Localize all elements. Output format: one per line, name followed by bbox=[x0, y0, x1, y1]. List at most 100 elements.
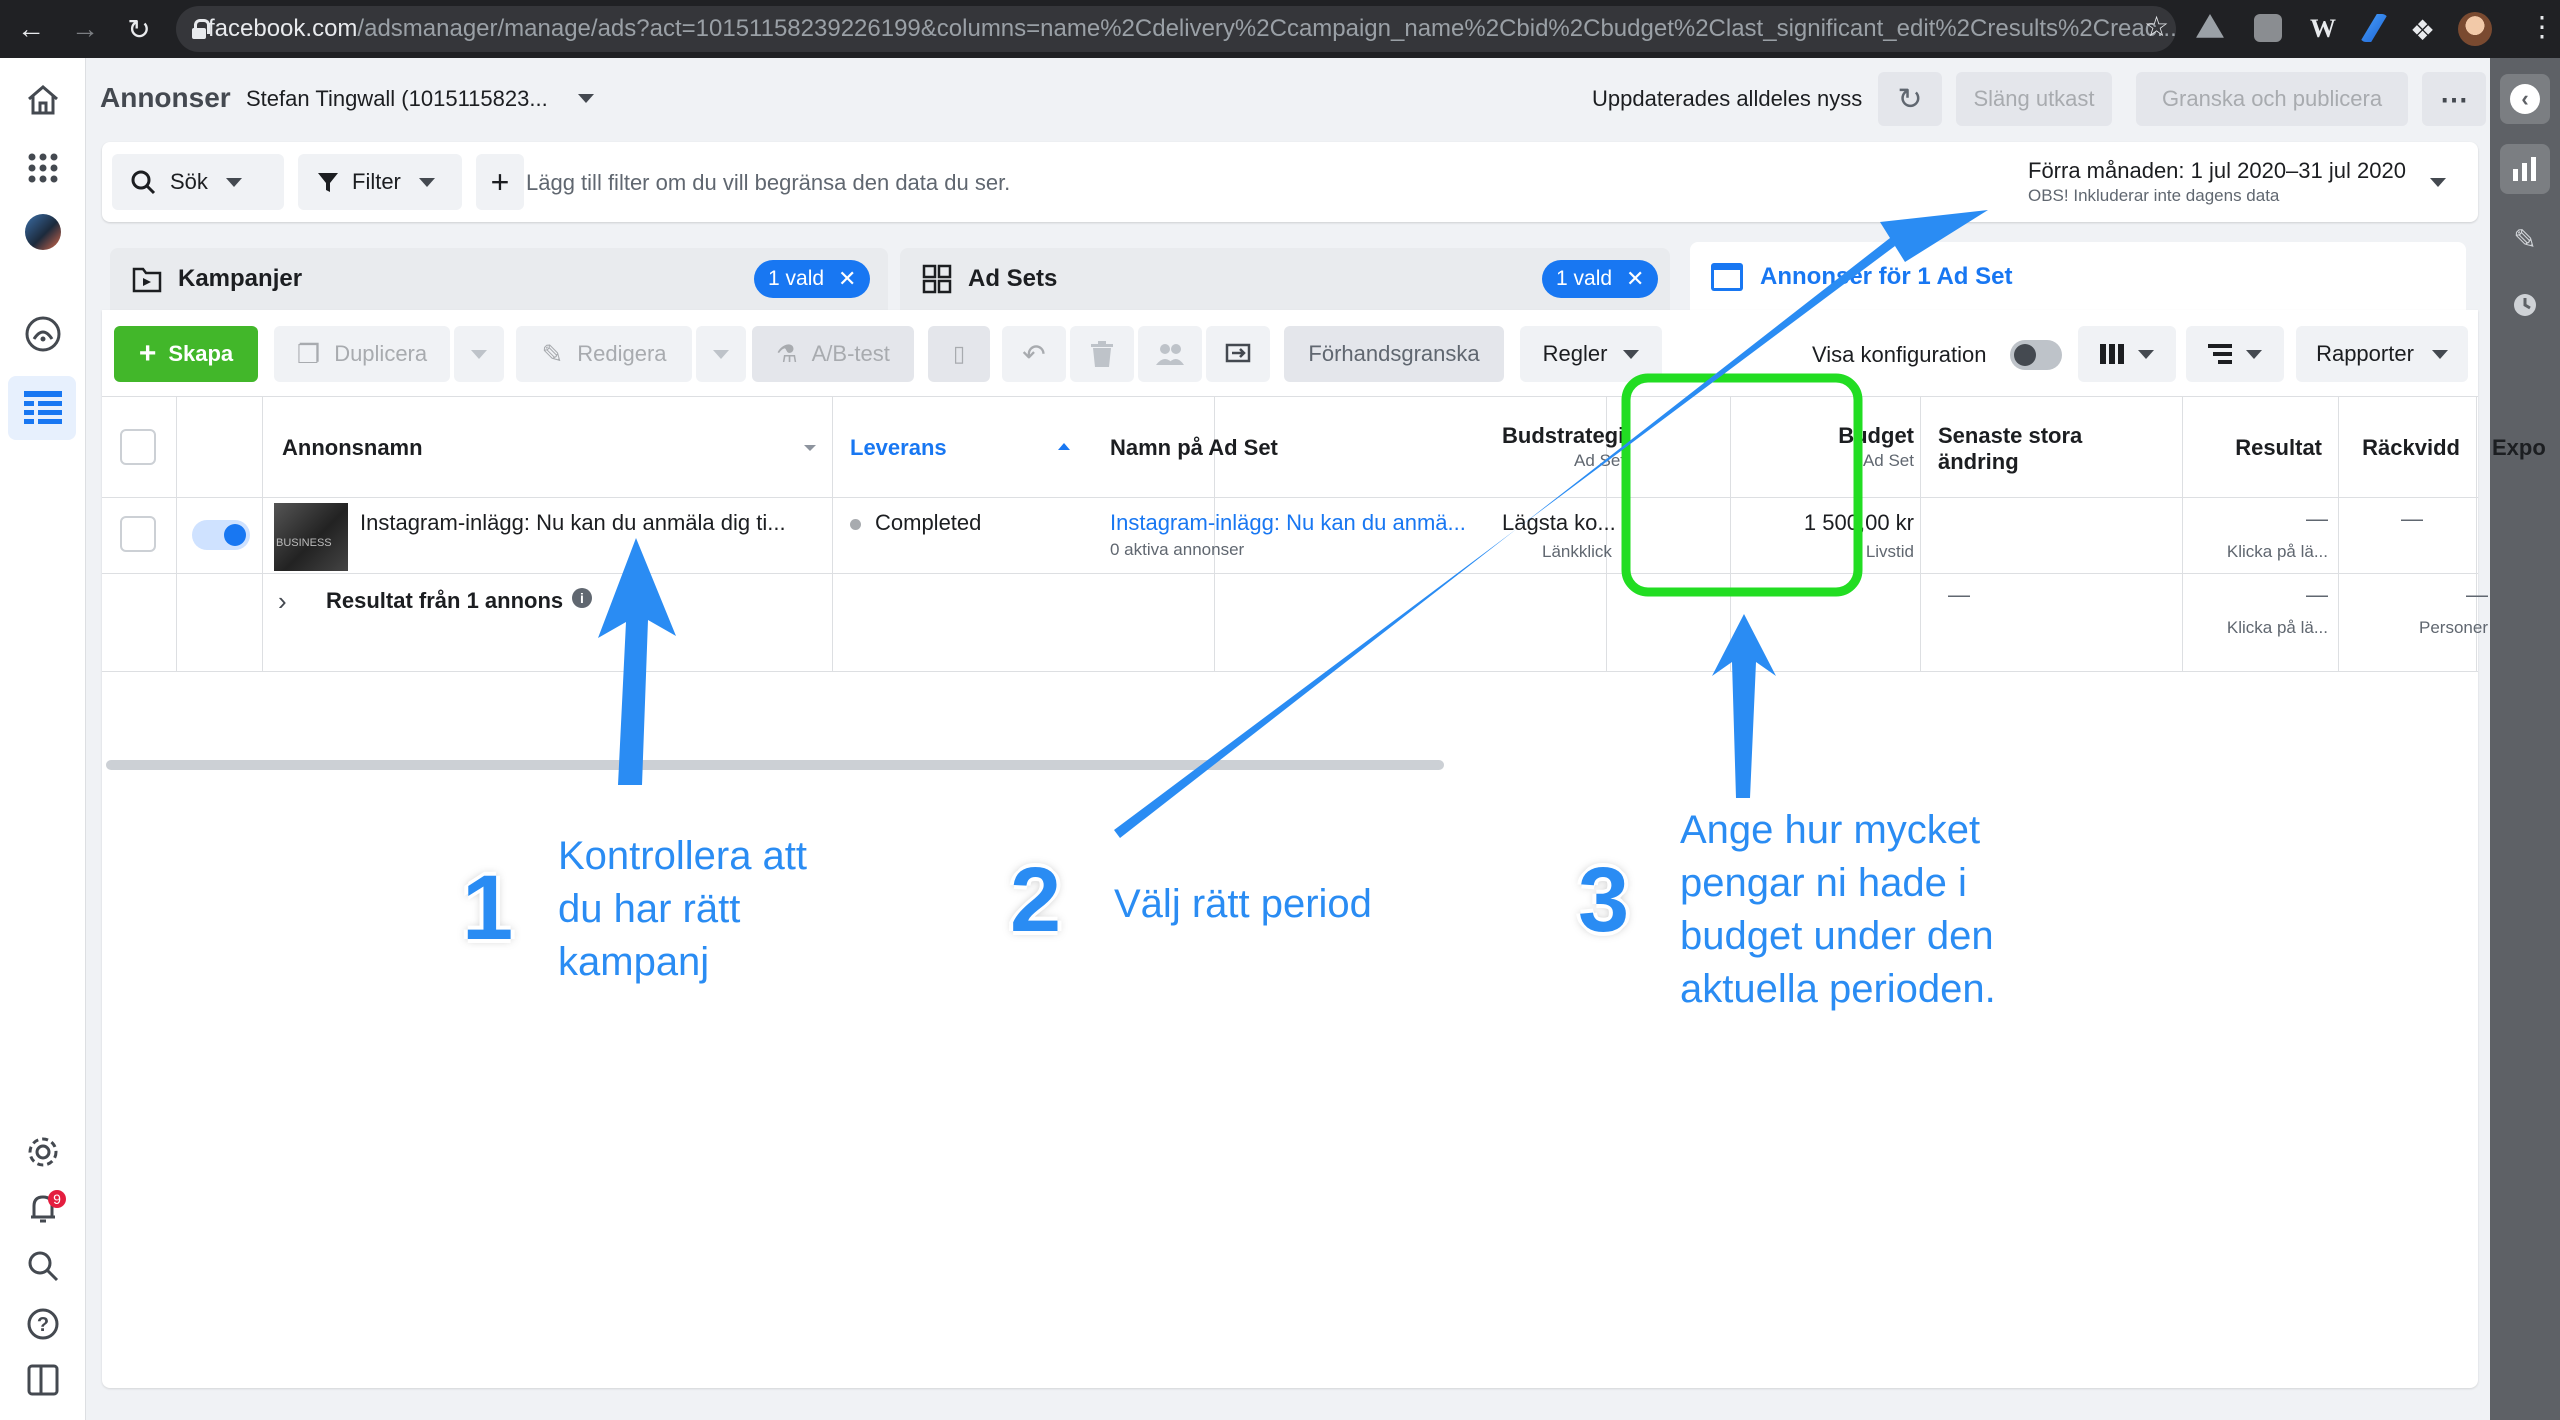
annotation-number-2: 2 bbox=[1010, 849, 1062, 951]
info-icon[interactable]: i bbox=[572, 588, 592, 608]
history-clock-icon[interactable] bbox=[2500, 280, 2550, 330]
edit-pencil-icon[interactable]: ✎ bbox=[2500, 214, 2550, 264]
col-adset-name[interactable]: Namn på Ad Set bbox=[1110, 435, 1278, 461]
edit-button[interactable]: ✎ Redigera bbox=[516, 326, 692, 382]
preview-button[interactable]: Förhandsgranska bbox=[1284, 326, 1504, 382]
bookmark-star-icon[interactable]: ☆ bbox=[2144, 10, 2169, 43]
chevron-down-icon[interactable] bbox=[2430, 178, 2446, 187]
expand-chevron-icon[interactable]: › bbox=[278, 586, 287, 617]
col-bid-strategy[interactable]: Budstrategi bbox=[1502, 423, 1734, 449]
col-results[interactable]: Resultat bbox=[2182, 435, 2322, 461]
puzzle-extensions-icon[interactable]: ❖ bbox=[2410, 14, 2438, 46]
help-icon[interactable]: ? bbox=[21, 1302, 65, 1346]
duplicate-button[interactable]: ❐ Duplicera bbox=[274, 326, 450, 382]
refresh-button[interactable]: ↻ bbox=[1878, 72, 1942, 126]
col-last-edit-line1[interactable]: Senaste stora bbox=[1938, 423, 2082, 449]
status-dot bbox=[850, 518, 861, 530]
tab-adsets[interactable]: Ad Sets 1 vald ✕ bbox=[900, 248, 1670, 310]
close-icon[interactable]: ✕ bbox=[1626, 266, 1644, 292]
search-icon[interactable] bbox=[21, 1244, 65, 1288]
back-icon[interactable]: ← bbox=[8, 6, 54, 52]
select-all-checkbox[interactable] bbox=[120, 429, 156, 465]
duplicate-dropdown[interactable] bbox=[454, 326, 504, 382]
pen-extension-icon[interactable] bbox=[2360, 14, 2388, 42]
chevron-down-icon bbox=[1623, 349, 1640, 359]
tab-ads[interactable]: Annonser för 1 Ad Set bbox=[1690, 242, 2466, 312]
more-options-icon[interactable]: ⋯ bbox=[2422, 72, 2486, 126]
review-publish-button[interactable]: Granska och publicera bbox=[2136, 72, 2408, 126]
filter-button[interactable]: Filter bbox=[298, 154, 462, 210]
show-config-toggle[interactable] bbox=[2010, 340, 2062, 370]
tab-adsets-label: Ad Sets bbox=[968, 265, 1058, 292]
home-icon[interactable] bbox=[21, 78, 65, 122]
tab-campaigns-label: Kampanjer bbox=[178, 265, 303, 292]
sidebar-toggle-icon[interactable] bbox=[21, 1358, 65, 1402]
col-last-edit-line2[interactable]: ändring bbox=[1938, 449, 2019, 475]
undo-icon[interactable]: ↶ bbox=[1002, 326, 1066, 382]
browser-chrome: ← → ↻ facebook.com /adsmanager/manage/ad… bbox=[0, 0, 2560, 58]
forward-icon[interactable]: → bbox=[62, 6, 108, 52]
chevron-down-icon[interactable] bbox=[578, 94, 594, 103]
sort-icon[interactable] bbox=[804, 445, 816, 451]
search-button[interactable]: Sök bbox=[112, 154, 284, 210]
row-checkbox[interactable] bbox=[120, 516, 156, 552]
dashboard-gauge-icon[interactable] bbox=[21, 312, 65, 356]
columns-button[interactable] bbox=[2078, 326, 2176, 382]
col-exposure[interactable]: Expo bbox=[2492, 435, 2560, 461]
export-icon[interactable] bbox=[1206, 326, 1270, 382]
extension-icon[interactable] bbox=[2254, 14, 2282, 42]
drive-extension-icon[interactable] bbox=[2196, 14, 2224, 38]
ads-manager-table-icon[interactable] bbox=[21, 386, 65, 430]
adsets-selected-chip[interactable]: 1 vald ✕ bbox=[1542, 260, 1659, 298]
audience-people-icon[interactable] bbox=[1138, 326, 1202, 382]
col-reach[interactable]: Räckvidd bbox=[2338, 435, 2460, 461]
account-avatar-icon[interactable] bbox=[21, 210, 65, 254]
sort-ascending-icon[interactable] bbox=[1058, 443, 1070, 450]
plus-icon: + bbox=[138, 337, 157, 370]
all-tools-grid-icon[interactable] bbox=[21, 146, 65, 190]
edit-dropdown[interactable] bbox=[696, 326, 746, 382]
url-host: facebook.com bbox=[208, 15, 358, 42]
profile-avatar[interactable] bbox=[2458, 12, 2492, 46]
budget-sub: Livstid bbox=[1865, 542, 1914, 561]
campaigns-selected-chip[interactable]: 1 vald ✕ bbox=[754, 260, 871, 298]
date-range-selector[interactable]: Förra månaden: 1 jul 2020–31 jul 2020 bbox=[2028, 158, 2406, 184]
filter-input[interactable]: Lägg till filter om du vill begränsa den… bbox=[526, 170, 1010, 196]
horizontal-scrollbar[interactable] bbox=[106, 760, 1444, 770]
address-bar[interactable]: facebook.com /adsmanager/manage/ads?act=… bbox=[176, 6, 2176, 52]
col-delivery[interactable]: Leverans bbox=[850, 435, 947, 461]
breakdown-button[interactable] bbox=[2186, 326, 2284, 382]
add-filter-plus-icon[interactable]: + bbox=[476, 154, 524, 210]
close-icon[interactable]: ✕ bbox=[838, 266, 856, 292]
col-bid-strategy-sub: Ad Set bbox=[1574, 451, 1626, 470]
col-ad-name[interactable]: Annonsnamn bbox=[282, 435, 423, 461]
budget-cell[interactable]: 1 500,00 kr bbox=[1728, 510, 1914, 536]
reload-icon[interactable]: ↻ bbox=[116, 6, 162, 52]
annotation-line: pengar ni hade i bbox=[1680, 861, 1967, 905]
create-button[interactable]: + Skapa bbox=[114, 326, 258, 382]
collapse-panel-icon[interactable]: ‹ bbox=[2500, 74, 2550, 124]
table-row[interactable]: Instagram-inlägg: Nu kan du anmäla dig t… bbox=[102, 498, 2478, 574]
account-selector[interactable]: Stefan Tingwall (1015115823... bbox=[246, 86, 548, 112]
col-budget[interactable]: Budget bbox=[1728, 423, 1914, 449]
discard-drafts-button[interactable]: Släng utkast bbox=[1956, 72, 2112, 126]
save-icon[interactable]: ▯ bbox=[928, 326, 990, 382]
adset-name-cell[interactable]: Instagram-inlägg: Nu kan du anmä... bbox=[1110, 510, 1466, 536]
annotation-text-3: Ange hur mycket pengar ni hade i budget … bbox=[1680, 804, 1996, 1016]
left-navigation: 9 ? bbox=[0, 58, 86, 1420]
ad-status-toggle[interactable] bbox=[192, 520, 250, 550]
trash-icon[interactable] bbox=[1070, 326, 1134, 382]
ad-name-cell[interactable]: Instagram-inlägg: Nu kan du anmäla dig t… bbox=[360, 510, 786, 536]
browser-menu-icon[interactable]: ⋮ bbox=[2528, 10, 2556, 43]
col-budget-sub: Ad Set bbox=[1862, 451, 1914, 470]
rules-button[interactable]: Regler bbox=[1520, 326, 1662, 382]
reports-button[interactable]: Rapporter bbox=[2296, 326, 2468, 382]
settings-gear-icon[interactable] bbox=[21, 1130, 65, 1174]
ad-thumbnail[interactable] bbox=[274, 503, 348, 571]
annotation-number-3: 3 bbox=[1578, 849, 1630, 951]
grid-icon bbox=[922, 264, 952, 294]
charts-icon[interactable] bbox=[2500, 144, 2550, 194]
tab-campaigns[interactable]: Kampanjer 1 vald ✕ bbox=[110, 248, 888, 310]
wikipedia-extension-icon[interactable]: W bbox=[2310, 14, 2338, 43]
ab-test-button[interactable]: ⚗ A/B-test bbox=[752, 326, 914, 382]
